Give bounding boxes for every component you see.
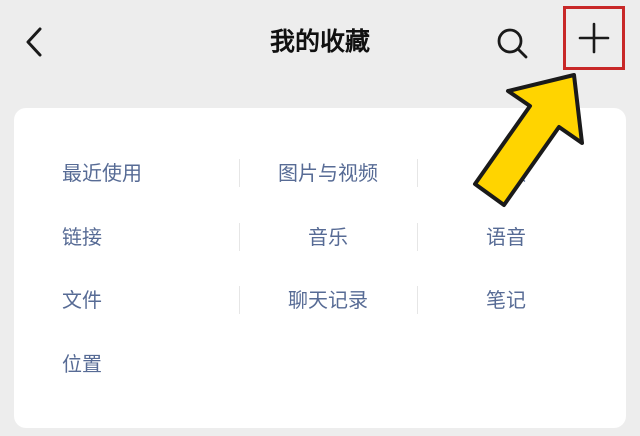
filter-images-videos[interactable]: 图片与视频 <box>240 158 416 188</box>
category-card: 最近使用 图片与视频 视频 链接 音乐 语音 文件 聊天记录 笔记 位置 <box>14 108 626 428</box>
page-title: 我的收藏 <box>269 27 370 56</box>
add-button[interactable] <box>563 6 625 70</box>
filter-music[interactable]: 音乐 <box>240 222 416 252</box>
filter-location[interactable]: 位置 <box>62 349 102 379</box>
search-button[interactable] <box>490 21 534 65</box>
search-icon <box>497 28 528 59</box>
filter-recent[interactable]: 最近使用 <box>62 158 142 188</box>
filter-voice[interactable]: 语音 <box>418 222 594 252</box>
plus-icon <box>578 22 610 54</box>
filter-notes[interactable]: 笔记 <box>418 285 594 315</box>
filter-links[interactable]: 链接 <box>62 222 102 252</box>
navigation-bar: 我的收藏 <box>0 0 640 86</box>
filter-chat-history[interactable]: 聊天记录 <box>240 285 416 315</box>
filter-files[interactable]: 文件 <box>62 285 102 315</box>
filter-videos[interactable]: 视频 <box>418 158 594 188</box>
